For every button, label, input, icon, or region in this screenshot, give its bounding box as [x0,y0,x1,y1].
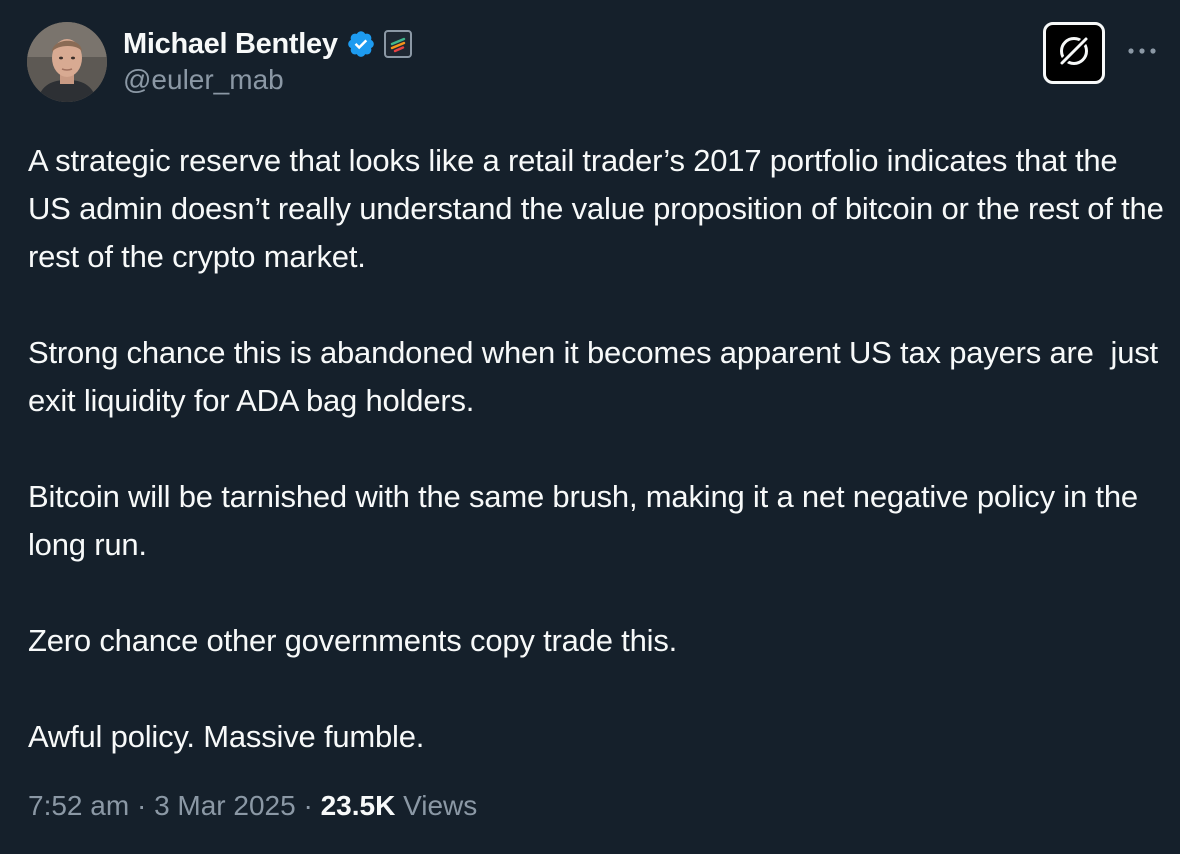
views-label: Views [395,790,478,821]
tweet-text: A strategic reserve that looks like a re… [28,137,1168,761]
author-display-name[interactable]: Michael Bentley [123,28,338,61]
tweet-paragraph: Bitcoin will be tarnished with the same … [28,479,1147,562]
author-name-row: Michael Bentley [123,24,412,64]
affiliate-badge-icon[interactable] [383,30,412,58]
views-count: 23.5K [320,790,396,821]
tweet-paragraph: Zero chance other governments copy trade… [28,623,678,658]
tweet: Michael Bentley @euler_mab A strategic r… [0,0,1180,854]
tweet-paragraph: Awful policy. Massive fumble. [28,719,425,754]
tweet-metadata: 7:52 am · 3 Mar 2025 · 23.5K Views [28,790,477,822]
verified-badge-icon[interactable] [346,29,376,59]
tweet-date[interactable]: 3 Mar 2025 [154,790,296,821]
author-handle[interactable]: @euler_mab [123,64,284,96]
meta-separator: · [129,790,155,821]
grok-icon [1054,31,1094,76]
avatar[interactable] [27,22,107,102]
tweet-paragraph: A strategic reserve that looks like a re… [28,143,1173,274]
grok-button[interactable] [1043,22,1105,84]
more-button[interactable] [1122,36,1162,66]
tweet-time[interactable]: 7:52 am [28,790,129,821]
more-icon [1126,42,1158,60]
meta-separator: · [295,790,321,821]
tweet-paragraph: Strong chance this is abandoned when it … [28,335,1167,418]
